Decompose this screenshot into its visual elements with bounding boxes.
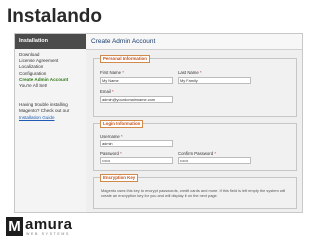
login-information-legend: Login Information xyxy=(100,120,144,128)
confirm-password-label: Confirm Password * xyxy=(178,151,216,156)
last-name-label: Last Name * xyxy=(178,70,202,75)
email-field[interactable]: admin@yourdomainname.com xyxy=(100,96,173,103)
main-panel: Create Admin Account Personal Informatio… xyxy=(86,34,302,212)
logo-initial: M xyxy=(6,217,23,236)
confirm-password-field[interactable]: •••••• xyxy=(178,157,251,164)
login-information-section: Login Information Username * admin Passw… xyxy=(93,120,297,171)
encryption-key-section: Encryption Key Magento uses this key to … xyxy=(93,174,297,209)
encryption-key-legend: Encryption Key xyxy=(100,174,139,182)
email-label: Email * xyxy=(100,89,114,94)
logo-tagline: WEB SYSTEMS xyxy=(26,232,70,236)
password-label: Password * xyxy=(100,151,122,156)
encryption-key-note: Magento uses this key to encrypt passwor… xyxy=(101,188,286,198)
username-label: Username * xyxy=(100,134,123,139)
sidebar-steps: Download License Agreement Localization … xyxy=(15,49,86,89)
last-name-field[interactable]: My Family xyxy=(178,77,251,84)
first-name-label: First Name * xyxy=(100,70,124,75)
slide-title: Instalando xyxy=(7,6,103,27)
first-name-field[interactable]: My Name xyxy=(100,77,173,84)
installation-guide-link[interactable]: Installation Guide xyxy=(19,115,82,121)
sidebar-header: Installation xyxy=(15,34,86,49)
password-field[interactable]: •••••• xyxy=(100,157,173,164)
help-text: Having trouble installing Magento? Check… xyxy=(15,89,86,121)
installation-sidebar: Installation Download License Agreement … xyxy=(15,34,86,212)
personal-information-legend: Personal Information xyxy=(100,55,150,63)
username-field[interactable]: admin xyxy=(100,140,173,147)
personal-information-section: Personal Information First Name * My Nam… xyxy=(93,55,297,117)
logo-word: amura xyxy=(25,216,73,233)
installer-screenshot: Installation Download License Agreement … xyxy=(14,33,303,213)
page-title: Create Admin Account xyxy=(86,34,302,50)
